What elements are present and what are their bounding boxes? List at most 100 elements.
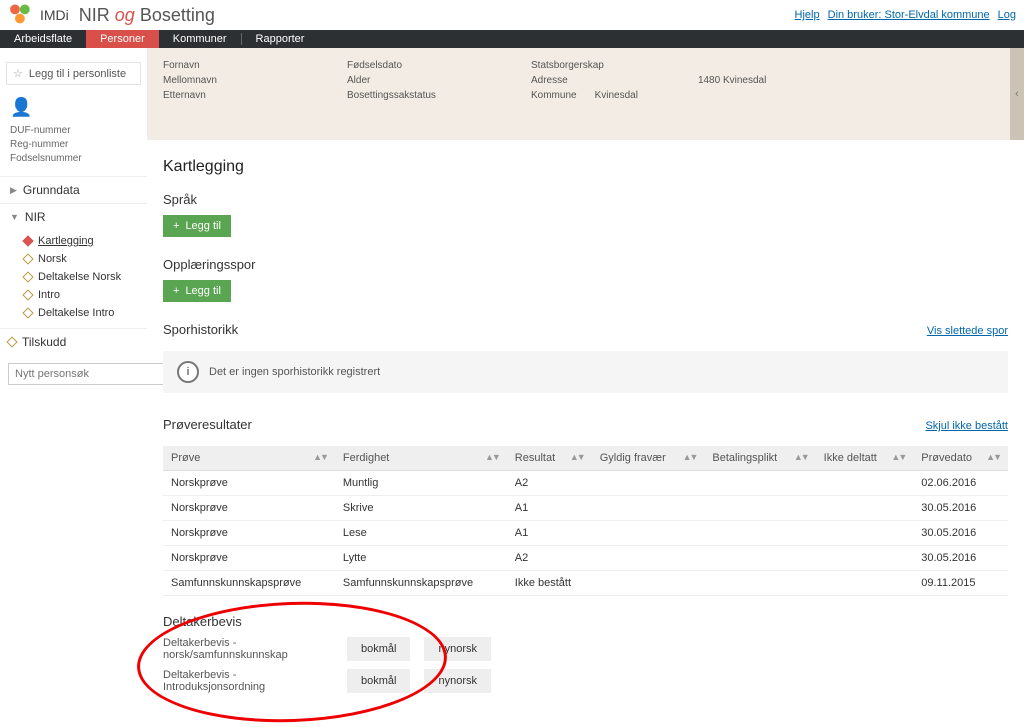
col-prove[interactable]: Prøve▲▼: [163, 446, 335, 471]
table-cell: 30.05.2016: [913, 546, 1008, 571]
skjul-ikke-bestatt-link[interactable]: Skjul ikke bestått: [925, 420, 1008, 432]
person-search-input[interactable]: [8, 363, 164, 385]
add-to-personlist[interactable]: ☆ Legg til i personliste: [6, 62, 141, 85]
duf-label: DUF-nummer: [10, 124, 137, 138]
col-ferdighet[interactable]: Ferdighet▲▼: [335, 446, 507, 471]
subnav-intro[interactable]: Intro: [24, 286, 147, 304]
table-cell: A1: [507, 521, 592, 546]
add-opplaeringsspor-label: Legg til: [185, 285, 220, 297]
collapse-header-button[interactable]: ‹: [1010, 48, 1024, 140]
subnav-deltakelse-intro[interactable]: Deltakelse Intro: [24, 304, 147, 322]
table-cell: [704, 546, 815, 571]
table-cell: 30.05.2016: [913, 521, 1008, 546]
star-icon: ☆: [13, 67, 23, 80]
bokmal-button-intro[interactable]: bokmål: [347, 669, 410, 693]
user-link[interactable]: Din bruker: Stor-Elvdal kommune: [828, 9, 990, 21]
deltakerbevis-norsk-label: Deltakerbevis - norsk/samfunnskunnskap: [163, 637, 333, 661]
subnav-norsk[interactable]: Norsk: [24, 250, 147, 268]
table-row: NorskprøveLytteA230.05.2016: [163, 546, 1008, 571]
nir-toggle[interactable]: ▼ NIR: [0, 203, 147, 230]
nav-kommuner[interactable]: Kommuner: [159, 30, 241, 48]
deltakerbevis-section: Deltakerbevis Deltakerbevis - norsk/samf…: [163, 614, 1008, 693]
table-cell: Norskprøve: [163, 521, 335, 546]
nav-arbeidsflate[interactable]: Arbeidsflate: [0, 30, 86, 48]
nir-label: NIR: [25, 210, 46, 224]
tilskudd-label: Tilskudd: [22, 335, 66, 349]
deltakerbevis-heading: Deltakerbevis: [163, 614, 1008, 629]
table-cell: [592, 471, 705, 496]
table-cell: A2: [507, 471, 592, 496]
sporhistorikk-heading: Sporhistorikk: [163, 322, 238, 337]
vis-slettede-spor-link[interactable]: Vis slettede spor: [927, 325, 1008, 337]
sporhistorikk-empty: i Det er ingen sporhistorikk registrert: [163, 351, 1008, 393]
table-cell: A2: [507, 546, 592, 571]
table-cell: [704, 571, 815, 596]
col-ikke-deltatt[interactable]: Ikke deltatt▲▼: [816, 446, 914, 471]
chevron-left-icon: ‹: [1015, 88, 1019, 100]
sidebar: ☆ Legg til i personliste 👤 DUF-nummer Re…: [0, 48, 147, 719]
logo: IMDi: [8, 1, 69, 29]
sprak-heading: Språk: [163, 192, 1008, 207]
diamond-icon: [22, 236, 33, 247]
mellomnavn-label: Mellomnavn: [163, 73, 347, 88]
table-cell: [816, 546, 914, 571]
bokmal-button-norsk[interactable]: bokmål: [347, 637, 410, 661]
sort-icon: ▲▼: [683, 452, 697, 462]
table-cell: [592, 546, 705, 571]
add-to-personlist-label: Legg til i personliste: [29, 68, 126, 80]
main-nav: Arbeidsflate Personer Kommuner Rapporter: [0, 30, 1024, 48]
col-resultat[interactable]: Resultat▲▼: [507, 446, 592, 471]
person-id-block: 👤 DUF-nummer Reg-nummer Fodselsnummer: [0, 91, 147, 176]
table-cell: A1: [507, 496, 592, 521]
fornavn-label: Fornavn: [163, 58, 347, 73]
grunndata-toggle[interactable]: ▶ Grunndata: [0, 176, 147, 203]
proveresultater-table: Prøve▲▼ Ferdighet▲▼ Resultat▲▼ Gyldig fr…: [163, 446, 1008, 596]
table-cell: Muntlig: [335, 471, 507, 496]
sort-icon: ▲▼: [986, 452, 1000, 462]
table-cell: Samfunnskunnskapsprøve: [163, 571, 335, 596]
table-cell: Norskprøve: [163, 471, 335, 496]
nav-personer[interactable]: Personer: [86, 30, 159, 48]
deltakerbevis-intro-label: Deltakerbevis - Introduksjonsordning: [163, 669, 333, 693]
kommune-label: Kommune: [531, 88, 577, 103]
sort-icon: ▲▼: [485, 452, 499, 462]
diamond-icon: [22, 308, 33, 319]
nynorsk-button-intro[interactable]: nynorsk: [424, 669, 491, 693]
adresse-label: Adresse: [531, 73, 638, 88]
subnav-deltakelse-norsk[interactable]: Deltakelse Norsk: [24, 268, 147, 286]
col-gyldig-fravaer[interactable]: Gyldig fravær▲▼: [592, 446, 705, 471]
plus-icon: +: [173, 220, 179, 232]
table-cell: [592, 571, 705, 596]
help-link[interactable]: Hjelp: [795, 9, 820, 21]
diamond-icon: [22, 272, 33, 283]
table-cell: [704, 521, 815, 546]
logout-link[interactable]: Log: [998, 9, 1016, 21]
col-provedato[interactable]: Prøvedato▲▼: [913, 446, 1008, 471]
diamond-icon: [22, 290, 33, 301]
bosettingsstatus-label: Bosettingssakstatus: [347, 88, 531, 103]
sort-icon: ▲▼: [313, 452, 327, 462]
tilskudd-toggle[interactable]: Tilskudd: [0, 328, 147, 355]
app-title: NIR og Bosetting: [79, 5, 215, 26]
plus-icon: +: [173, 285, 179, 297]
add-sprak-button[interactable]: + Legg til: [163, 215, 231, 237]
table-cell: Norskprøve: [163, 496, 335, 521]
table-cell: Samfunnskunnskapsprøve: [335, 571, 507, 596]
table-cell: [816, 471, 914, 496]
nynorsk-button-norsk[interactable]: nynorsk: [424, 637, 491, 661]
col-betalingsplikt[interactable]: Betalingsplikt▲▼: [704, 446, 815, 471]
fods-label: Fodselsnummer: [10, 152, 137, 166]
person-icon: 👤: [10, 95, 137, 120]
table-cell: [816, 521, 914, 546]
logo-text: IMDi: [40, 7, 69, 23]
table-cell: Skrive: [335, 496, 507, 521]
table-cell: [704, 471, 815, 496]
table-cell: 09.11.2015: [913, 571, 1008, 596]
table-row: NorskprøveMuntligA202.06.2016: [163, 471, 1008, 496]
diamond-icon: [22, 254, 33, 265]
subnav-kartlegging[interactable]: Kartlegging: [24, 232, 147, 250]
table-cell: Lese: [335, 521, 507, 546]
sort-icon: ▲▼: [891, 452, 905, 462]
nav-rapporter[interactable]: Rapporter: [242, 30, 319, 48]
add-opplaeringsspor-button[interactable]: + Legg til: [163, 280, 231, 302]
